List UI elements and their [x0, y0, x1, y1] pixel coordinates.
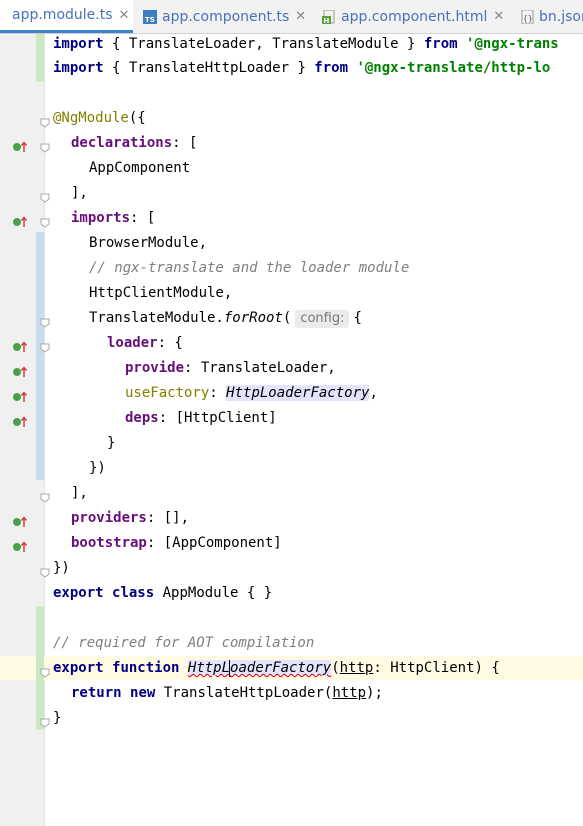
code-line: }) — [53, 560, 70, 576]
code-line: export class AppModule { } — [53, 585, 273, 601]
code-line: TranslateModule.forRoot(config:{ — [89, 310, 362, 328]
implemented-marker-icon[interactable] — [12, 138, 28, 152]
fold-marker-icon[interactable] — [40, 488, 50, 503]
code-line: // required for AOT compilation — [53, 635, 315, 651]
tab-app-component-ts[interactable]: TS app.component.ts ✕ — [143, 0, 313, 33]
code-line: provide: TranslateLoader, — [125, 360, 336, 376]
code-line: AppComponent — [89, 160, 191, 176]
code-line: import { TranslateHttpLoader } from '@ng… — [53, 60, 551, 76]
code-line: ], — [71, 185, 88, 201]
code-line: deps: [HttpClient] — [125, 410, 277, 426]
implemented-marker-icon[interactable] — [12, 538, 28, 552]
code-line: } — [107, 435, 116, 451]
tab-bn-json[interactable]: {} bn.json — [520, 0, 583, 33]
code-line: loader: { — [107, 335, 183, 351]
code-line: declarations: [ — [71, 135, 198, 151]
typescript-file-icon: TS — [143, 9, 157, 24]
code-line: bootstrap: [AppComponent] — [71, 535, 282, 551]
fold-marker-icon[interactable] — [40, 188, 50, 203]
code-line: providers: [], — [71, 510, 190, 526]
code-line: useFactory: HttpLoaderFactory, — [125, 385, 378, 401]
implemented-marker-icon[interactable] — [12, 413, 28, 427]
code-line: export function HttpLoaderFactory(http: … — [53, 659, 500, 677]
change-marker — [36, 232, 44, 480]
code-line: imports: [ — [71, 210, 156, 226]
fold-marker-icon[interactable] — [40, 213, 50, 228]
fold-marker-icon[interactable] — [40, 563, 50, 578]
implemented-marker-icon[interactable] — [12, 338, 28, 352]
code-line: @NgModule({ — [53, 110, 146, 126]
code-line: } — [53, 710, 62, 726]
close-icon[interactable]: ✕ — [493, 9, 504, 24]
close-icon[interactable]: ✕ — [119, 8, 130, 23]
tab-label: bn.json — [539, 8, 583, 25]
fold-marker-icon[interactable] — [40, 713, 50, 728]
code-line: BrowserModule, — [89, 235, 208, 251]
code-line: return new TranslateHttpLoader(http); — [71, 685, 383, 701]
tab-label: app.component.html — [341, 8, 488, 25]
code-line: import { TranslateLoader, TranslateModul… — [53, 36, 559, 52]
svg-text:TS: TS — [145, 16, 155, 24]
html-file-icon: H — [322, 9, 336, 25]
code-line: ], — [71, 485, 88, 501]
close-icon[interactable]: ✕ — [295, 9, 306, 24]
svg-text:H: H — [324, 17, 330, 24]
change-marker — [36, 34, 44, 82]
code-line: }) — [89, 460, 106, 476]
fold-marker-icon[interactable] — [40, 663, 50, 678]
editor-tab-bar: app.module.ts ✕ TS app.component.ts ✕ H … — [0, 0, 583, 34]
implemented-marker-icon[interactable] — [12, 363, 28, 377]
implemented-marker-icon[interactable] — [12, 388, 28, 402]
svg-text:{}: {} — [523, 14, 533, 23]
code-line: // ngx-translate and the loader module — [89, 260, 410, 276]
fold-marker-icon[interactable] — [40, 313, 50, 328]
fold-marker-icon[interactable] — [40, 338, 50, 353]
code-line: HttpClientModule, — [89, 285, 233, 301]
json-file-icon: {} — [520, 9, 534, 24]
tab-label: app.component.ts — [162, 8, 290, 25]
tab-app-component-html[interactable]: H app.component.html ✕ — [322, 0, 512, 33]
fold-marker-icon[interactable] — [40, 138, 50, 153]
fold-marker-icon[interactable] — [40, 113, 50, 128]
implemented-marker-icon[interactable] — [12, 513, 28, 527]
tab-label: app.module.ts — [12, 7, 113, 23]
tab-app-module[interactable]: app.module.ts ✕ — [0, 0, 133, 33]
parameter-hint: config: — [295, 310, 350, 328]
implemented-marker-icon[interactable] — [12, 213, 28, 227]
